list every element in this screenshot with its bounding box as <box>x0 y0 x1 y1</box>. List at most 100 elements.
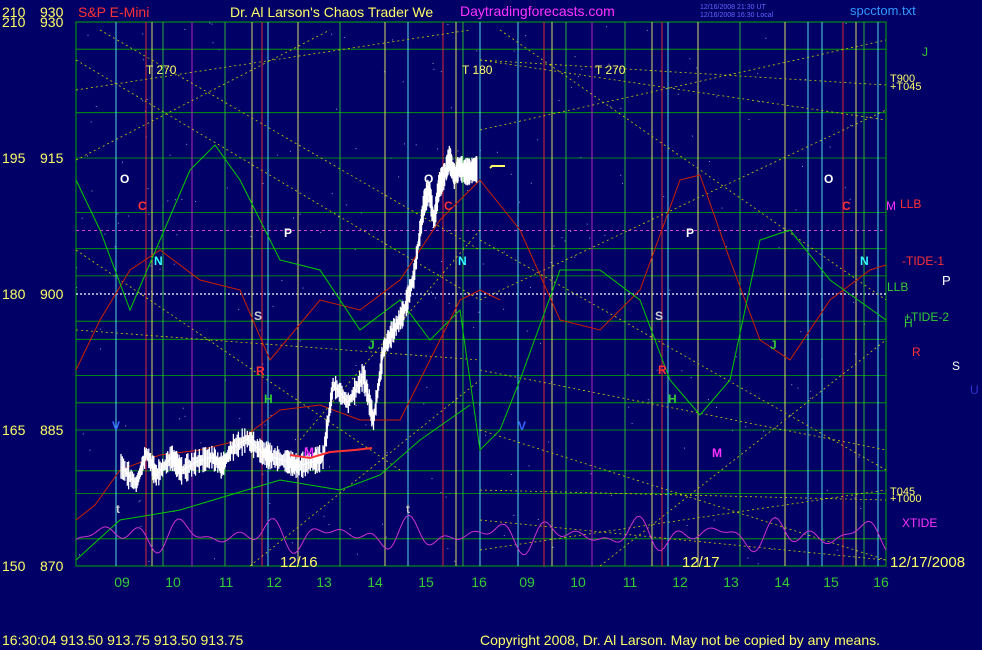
star-dot <box>179 418 181 420</box>
star-dot <box>276 154 278 156</box>
copyright-notice: Copyright 2008, Dr. Al Larson. May not b… <box>480 632 880 648</box>
star-dot <box>186 143 188 145</box>
star-dot <box>169 154 171 156</box>
event-marker: t <box>116 502 120 516</box>
star-dot <box>355 365 357 366</box>
star-dot <box>684 447 685 449</box>
date-label: 12/17/2008 <box>890 554 965 571</box>
star-dot <box>836 549 838 551</box>
star-dot <box>90 121 92 123</box>
y-right-tick: 930 <box>40 14 64 30</box>
star-dot <box>272 305 274 307</box>
star-dot <box>681 370 683 372</box>
star-dot <box>748 119 750 120</box>
event-marker: J <box>368 338 375 352</box>
event-marker: R <box>658 363 667 377</box>
x-hour-tick: 16 <box>471 574 487 590</box>
star-dot <box>346 204 348 206</box>
star-dot <box>448 303 450 304</box>
star-dot <box>440 492 442 493</box>
star-dot <box>150 265 152 267</box>
star-dot <box>89 449 91 451</box>
event-marker: N <box>458 254 467 268</box>
star-dot <box>99 348 101 350</box>
star-dot <box>302 287 304 289</box>
x-hour-tick: 10 <box>570 574 586 590</box>
star-dot <box>139 500 141 502</box>
star-dot <box>795 209 797 211</box>
star-dot <box>581 69 583 70</box>
star-dot <box>627 373 629 375</box>
star-dot <box>452 158 454 160</box>
star-dot <box>553 245 555 247</box>
y-right-tick: 900 <box>40 286 64 302</box>
star-dot <box>503 251 505 253</box>
star-dot <box>423 403 425 405</box>
star-dot <box>435 297 436 299</box>
star-dot <box>212 42 214 44</box>
x-hour-tick: 16 <box>873 574 889 590</box>
star-dot <box>631 423 633 425</box>
x-hour-tick: 10 <box>165 574 181 590</box>
right-side-label: LLB <box>887 280 908 294</box>
star-dot <box>850 124 852 126</box>
y-right-tick: 870 <box>40 558 64 574</box>
star-dot <box>104 233 106 235</box>
star-dot <box>365 424 367 426</box>
star-dot <box>511 473 513 475</box>
right-side-label: H <box>904 316 913 330</box>
star-dot <box>328 523 330 525</box>
star-dot <box>142 100 144 102</box>
timestamp-ut: 12/16/2008 21:30 UT <box>700 4 766 11</box>
site-link[interactable]: Daytradingforecasts.com <box>460 3 615 19</box>
x-hour-tick: 15 <box>418 574 434 590</box>
right-side-label: +T045 <box>890 81 922 93</box>
star-dot <box>628 406 630 408</box>
star-dot <box>663 196 665 198</box>
star-dot <box>401 299 403 301</box>
star-dot <box>437 148 438 150</box>
event-marker: O <box>120 172 129 186</box>
event-marker: C <box>138 199 147 213</box>
star-dot <box>457 150 459 152</box>
star-dot <box>482 263 484 265</box>
x-hour-tick: 09 <box>114 574 130 590</box>
star-dot <box>159 268 161 270</box>
star-dot <box>763 430 765 432</box>
star-dot <box>526 330 528 332</box>
star-dot <box>574 256 576 258</box>
star-dot <box>503 308 505 310</box>
period-label: T 270 <box>146 63 177 77</box>
star-dot <box>355 148 357 150</box>
star-dot <box>765 37 767 39</box>
star-dot <box>691 135 693 137</box>
period-label: T 180 <box>462 63 493 77</box>
symbol-label: S&P E-Mini <box>78 4 149 20</box>
star-dot <box>809 397 811 399</box>
star-dot <box>757 563 759 565</box>
event-marker: M <box>712 446 722 460</box>
x-hour-tick: 11 <box>219 574 234 590</box>
star-dot <box>270 415 272 416</box>
right-side-label: P <box>942 273 951 288</box>
star-dot <box>173 263 175 265</box>
star-dot <box>564 240 566 242</box>
star-dot <box>238 309 240 311</box>
star-dot <box>264 424 266 426</box>
star-dot <box>81 217 83 219</box>
star-dot <box>570 231 572 232</box>
star-dot <box>117 222 119 224</box>
star-dot <box>590 473 592 475</box>
star-dot <box>610 495 612 497</box>
right-side-label: M <box>886 199 896 213</box>
star-dot <box>669 289 671 291</box>
star-dot <box>829 146 831 148</box>
star-dot <box>398 176 400 178</box>
x-hour-tick: 12 <box>672 574 688 590</box>
star-dot <box>281 279 283 281</box>
star-dot <box>432 227 433 229</box>
star-dot <box>558 100 560 101</box>
y-left-tick: 195 <box>2 150 26 166</box>
star-dot <box>747 557 749 559</box>
star-dot <box>726 246 728 248</box>
